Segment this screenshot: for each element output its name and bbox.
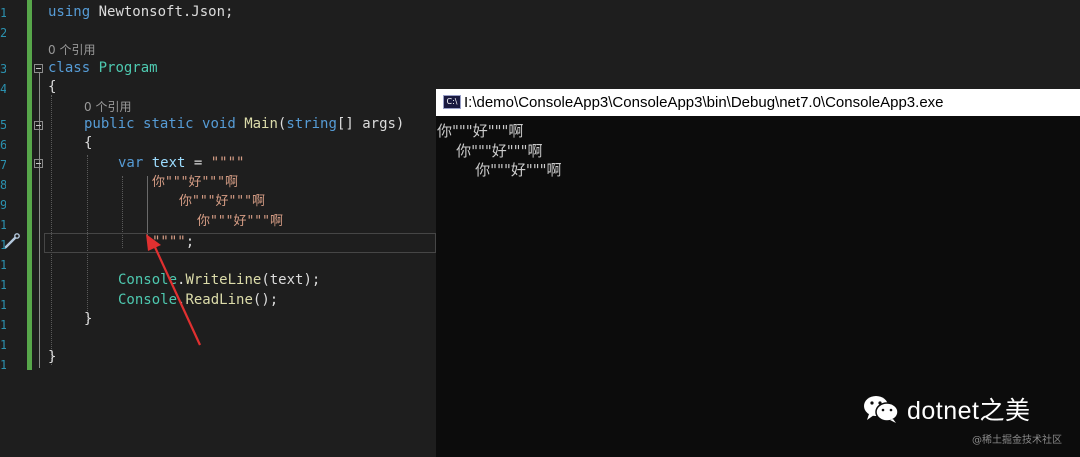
keyword: class — [48, 60, 91, 76]
punctuation: ; — [185, 234, 195, 250]
line-number: 16 — [0, 338, 6, 352]
method-name: WriteLine — [185, 272, 262, 288]
line-number: 14 — [0, 298, 6, 312]
type-name: Console — [118, 272, 178, 288]
line-number: 1 — [0, 6, 6, 20]
fold-guide-line — [39, 73, 40, 368]
collapse-method-button[interactable] — [34, 121, 43, 130]
code-line-class-close: } — [48, 349, 57, 365]
line-number: 17 — [0, 358, 6, 372]
console-titlebar[interactable]: C:\ I:\demo\ConsoleApp3\ConsoleApp3\bin\… — [436, 89, 1080, 116]
console-output-line: 你"""好"""啊 — [437, 161, 562, 179]
code-line-open-brace: { — [48, 79, 57, 95]
operator: = — [185, 155, 211, 171]
code-line-using: using Newtonsoft.Json; — [48, 3, 233, 22]
code-line-readline: Console.ReadLine(); — [118, 291, 278, 310]
console-app-icon: C:\ — [443, 95, 461, 109]
line-number: 7 — [0, 158, 6, 172]
console-window-title: I:\demo\ConsoleApp3\ConsoleApp3\bin\Debu… — [464, 94, 944, 111]
keyword: using — [48, 4, 91, 20]
collapse-class-button[interactable] — [34, 64, 43, 73]
line-number: 5 — [0, 118, 6, 132]
keyword: public — [84, 116, 135, 132]
line-number-gutter: 1 2 3 4 5 6 7 8 9 10 11 12 13 14 15 16 1… — [0, 0, 14, 457]
line-number: 13 — [0, 278, 6, 292]
type-name: Console — [118, 292, 178, 308]
collapse-statement-button[interactable] — [34, 159, 43, 168]
keyword: void — [202, 116, 236, 132]
line-number: 8 — [0, 178, 6, 192]
code-line-method-open: { — [84, 135, 93, 151]
references-codelens[interactable]: 0 个引用 — [84, 98, 131, 115]
raw-string-line: 你"""好"""啊 — [152, 175, 238, 190]
keyword: string — [286, 116, 337, 132]
class-name: Program — [90, 60, 158, 76]
quick-actions-icon[interactable] — [3, 232, 21, 250]
argument-list: (text); — [261, 272, 321, 288]
raw-string-delimiter: """" — [210, 155, 245, 171]
console-output-line: 你"""好"""啊 — [437, 142, 543, 160]
line-number: 12 — [0, 258, 6, 272]
watermark-brand: dotnet之美 — [862, 391, 1031, 427]
parameter-list: [] args) — [336, 116, 405, 132]
code-line-raw-close: """"; — [152, 233, 194, 252]
change-tracking-bar — [27, 0, 32, 370]
raw-string-delimiter: """" — [152, 234, 186, 250]
watermark-source: @稀土掘金技术社区 — [972, 435, 1062, 446]
method-name: Main — [244, 116, 278, 132]
variable-name: text — [151, 155, 186, 171]
console-output-line: 你"""好"""啊 — [437, 122, 524, 140]
raw-string-indent-marker — [147, 176, 148, 238]
line-number: 2 — [0, 26, 6, 40]
indent-guide — [51, 95, 52, 365]
references-codelens[interactable]: 0 个引用 — [48, 41, 95, 58]
code-line-main-signature: public static void Main(string[] args) — [84, 115, 404, 134]
code-line-writeline: Console.WriteLine(text); — [118, 271, 320, 290]
line-number: 15 — [0, 318, 6, 332]
line-number: 4 — [0, 82, 6, 96]
code-line-var-text: var text = """" — [118, 154, 244, 173]
watermark-text: dotnet之美 — [907, 397, 1031, 425]
code-line-class: class Program — [48, 59, 158, 78]
namespace: Newtonsoft.Json; — [90, 4, 234, 20]
wechat-icon — [864, 396, 899, 423]
keyword: var — [118, 155, 144, 171]
raw-string-line: 你"""好"""啊 — [197, 214, 283, 229]
current-line-highlight — [44, 233, 436, 253]
line-number: 6 — [0, 138, 6, 152]
keyword: static — [143, 116, 194, 132]
raw-string-line: 你"""好"""啊 — [179, 194, 265, 209]
line-number: 9 — [0, 198, 6, 212]
argument-list: (); — [252, 292, 279, 308]
line-number: 3 — [0, 62, 6, 76]
code-line-method-close: } — [84, 311, 93, 327]
method-name: ReadLine — [185, 292, 253, 308]
